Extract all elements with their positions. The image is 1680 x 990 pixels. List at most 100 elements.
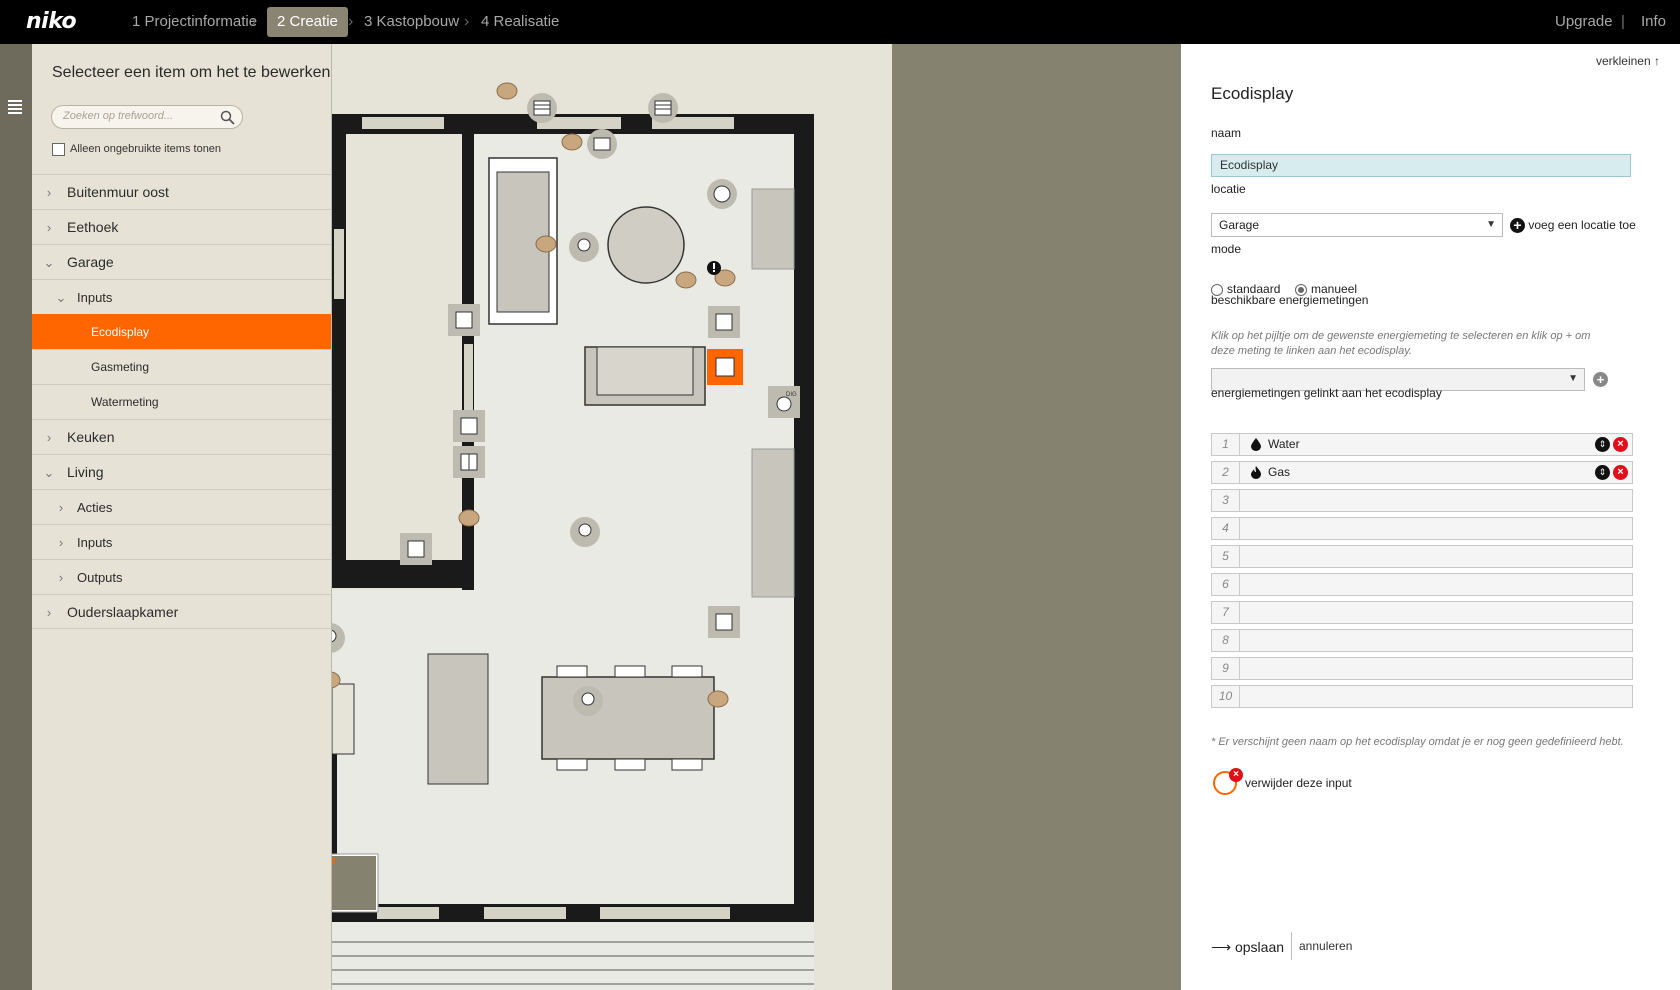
light-bulb-icon[interactable] <box>573 686 603 716</box>
tree-item-watermeting[interactable]: Watermeting <box>32 384 331 419</box>
comment-icon[interactable] <box>561 133 583 151</box>
chevron-right-icon[interactable]: › <box>54 490 68 525</box>
control-tile[interactable] <box>708 306 740 338</box>
floorplan-canvas[interactable]: DIG <box>332 44 892 990</box>
socket-box <box>332 683 355 755</box>
reorder-icon[interactable]: ⇕ <box>1595 437 1610 452</box>
tree-item-living[interactable]: ⌄ Living <box>32 454 331 489</box>
cabinet <box>751 448 795 598</box>
switch-icon[interactable] <box>453 446 485 478</box>
blind-icon[interactable] <box>648 93 678 123</box>
digital-dimmer-tile[interactable]: DIG <box>768 386 800 418</box>
chair <box>556 758 588 771</box>
unused-items-checkbox[interactable] <box>52 143 65 156</box>
tree-item-living-outputs[interactable]: › Outputs <box>32 559 331 594</box>
tv-bench-inner <box>596 346 694 396</box>
collapse-panel-button[interactable]: verkleinen ↑ <box>1596 54 1660 68</box>
linked-meter-row[interactable]: 10 <box>1211 685 1633 708</box>
topnav-separator: | <box>1621 13 1625 30</box>
tree-item-ecodisplay[interactable]: Ecodisplay <box>32 314 331 349</box>
comment-icon[interactable] <box>707 690 729 708</box>
tree-item-gasmeting[interactable]: Gasmeting <box>32 349 331 384</box>
comment-icon[interactable] <box>458 509 480 527</box>
tree-item-keuken[interactable]: › Keuken <box>32 419 331 454</box>
linked-meter-row[interactable]: 7 <box>1211 601 1633 624</box>
niko-logo[interactable]: niko <box>26 9 77 34</box>
tree-item-living-inputs[interactable]: › Inputs <box>32 524 331 559</box>
control-tile[interactable] <box>448 304 480 336</box>
sidebar-title: Selecteer een item om het te bewerken <box>52 64 331 81</box>
cancel-button[interactable]: annuleren <box>1299 939 1352 953</box>
linked-meter-row[interactable]: 5 <box>1211 545 1633 568</box>
comment-icon[interactable] <box>675 271 697 289</box>
garage-floor <box>346 134 462 560</box>
add-location-button[interactable]: + voeg een locatie toe <box>1510 216 1636 234</box>
thermostat-icon[interactable] <box>453 410 485 442</box>
search-icon[interactable] <box>220 110 235 125</box>
mode-label: mode <box>1211 242 1242 256</box>
warning-icon[interactable] <box>707 261 721 275</box>
chevron-right-icon[interactable]: › <box>54 525 68 560</box>
linked-meter-row[interactable]: 6 <box>1211 573 1633 596</box>
dining-table <box>541 676 715 760</box>
heater-icon[interactable] <box>587 129 617 159</box>
tree-item-eethoek[interactable]: › Eethoek <box>32 209 331 244</box>
minimap[interactable] <box>332 853 379 913</box>
step-kastopbouw[interactable]: 3 Kastopbouw <box>364 0 459 44</box>
sidebar-toggle-strip <box>0 44 32 990</box>
chevron-right-icon: › <box>464 13 470 30</box>
dropdown-arrow-icon: ▼ <box>1568 373 1578 384</box>
save-button[interactable]: ⟶ opslaan <box>1211 937 1284 957</box>
linked-meter-row[interactable]: 1 Water ⇕ × <box>1211 433 1633 456</box>
dropdown-arrow-icon: ▼ <box>1486 219 1496 230</box>
tree-item-living-acties[interactable]: › Acties <box>32 489 331 524</box>
door <box>464 344 473 414</box>
chevron-down-icon[interactable]: ⌄ <box>54 280 68 315</box>
chevron-down-icon[interactable]: ⌄ <box>42 455 56 490</box>
location-select[interactable]: Garage ▼ <box>1211 213 1503 237</box>
comment-icon[interactable] <box>535 235 557 253</box>
blind-icon[interactable] <box>527 93 557 123</box>
name-label: naam <box>1211 126 1242 140</box>
link-meter-plus-button[interactable]: + <box>1593 372 1608 387</box>
info-link[interactable]: Info <box>1641 0 1666 44</box>
step-creatie[interactable]: 2 Creatie <box>267 7 348 37</box>
tree-item-buitenmuur-oost[interactable]: › Buitenmuur oost <box>32 174 331 209</box>
reorder-icon[interactable]: ⇕ <box>1595 465 1610 480</box>
chevron-down-icon[interactable]: ⌄ <box>42 245 56 280</box>
remove-link-button[interactable]: × <box>1613 465 1628 480</box>
linked-meter-row[interactable]: 3 <box>1211 489 1633 512</box>
upgrade-link[interactable]: Upgrade <box>1555 0 1613 44</box>
chevron-right-icon[interactable]: › <box>42 175 56 210</box>
comment-icon[interactable] <box>496 82 518 100</box>
ecodisplay-tile-selected[interactable] <box>707 349 743 385</box>
light-bulb-icon[interactable] <box>569 232 599 262</box>
chevron-right-icon[interactable]: › <box>42 595 56 630</box>
name-field[interactable]: Ecodisplay <box>1211 154 1631 177</box>
light-bulb-icon[interactable] <box>570 517 600 547</box>
linked-meter-row[interactable]: 9 <box>1211 657 1633 680</box>
switch-icon[interactable] <box>400 533 432 565</box>
linked-meter-row[interactable]: 8 <box>1211 629 1633 652</box>
arrow-up-icon: ↑ <box>1654 54 1660 68</box>
socket-icon[interactable] <box>707 179 737 209</box>
linked-meter-row[interactable]: 4 <box>1211 517 1633 540</box>
dig-label: DIG <box>786 392 797 398</box>
chevron-right-icon[interactable]: › <box>42 210 56 245</box>
tree-item-garage-inputs[interactable]: ⌄ Inputs <box>32 279 331 314</box>
step-projectinformatie[interactable]: 1 Projectinformatie <box>132 0 257 44</box>
search-input[interactable]: Zoeken op trefwoord... <box>51 105 243 129</box>
step-realisatie[interactable]: 4 Realisatie <box>481 0 559 44</box>
window <box>600 907 730 919</box>
unused-items-label: Alleen ongebruikte items tonen <box>70 143 222 155</box>
linked-meter-row[interactable]: 2 Gas ⇕ × <box>1211 461 1633 484</box>
chevron-right-icon[interactable]: › <box>54 560 68 595</box>
chevron-right-icon[interactable]: › <box>42 420 56 455</box>
flame-icon <box>1251 466 1261 479</box>
tree-item-ouderslaapkamer[interactable]: › Ouderslaapkamer <box>32 594 331 629</box>
remove-link-button[interactable]: × <box>1613 437 1628 452</box>
control-tile[interactable] <box>708 606 740 638</box>
wall <box>332 574 474 588</box>
list-menu-icon[interactable] <box>8 100 22 118</box>
tree-item-garage[interactable]: ⌄ Garage <box>32 244 331 279</box>
